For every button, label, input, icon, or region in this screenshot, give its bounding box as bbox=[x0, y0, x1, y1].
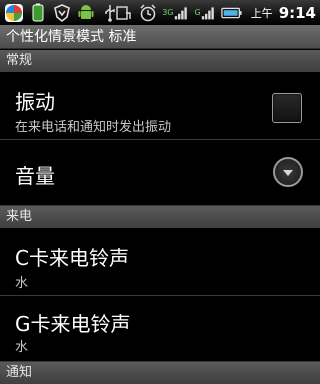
pref-volume[interactable]: 音量 bbox=[0, 140, 320, 206]
system-icons: 3G G 上午 9:14 bbox=[114, 2, 316, 24]
shield-icon bbox=[54, 4, 70, 23]
chevron-down-icon bbox=[283, 170, 293, 176]
pref-volume-title: 音量 bbox=[15, 164, 55, 188]
pref-g-ringtone[interactable]: G卡来电铃声 水 bbox=[0, 296, 320, 362]
pref-c-ringtone[interactable]: C卡来电铃声 水 bbox=[0, 228, 320, 296]
pref-vibrate-summary: 在来电话和通知时发出振动 bbox=[15, 120, 172, 135]
battery-icon bbox=[220, 7, 242, 19]
section-header-notification: 通知 bbox=[0, 362, 320, 384]
notification-icons bbox=[4, 2, 124, 24]
vibrate-checkbox[interactable] bbox=[272, 93, 302, 123]
clock: 9:14 bbox=[278, 4, 316, 22]
page-title: 个性化情景模式 标准 bbox=[0, 25, 320, 49]
am-pm-label: 上午 bbox=[250, 7, 273, 20]
section-header-general: 常规 bbox=[0, 50, 320, 72]
network-type-3g: 3G bbox=[162, 9, 173, 17]
signal-3g-icon bbox=[175, 7, 188, 20]
battery-app-icon bbox=[32, 3, 44, 22]
android-icon bbox=[78, 5, 94, 19]
volume-dropdown-button[interactable] bbox=[273, 157, 303, 187]
sim-card-icon bbox=[116, 6, 131, 20]
pref-c-ringtone-summary: 水 bbox=[15, 276, 29, 291]
pref-g-ringtone-title: G卡来电铃声 bbox=[15, 312, 131, 336]
signal-g-icon bbox=[201, 7, 214, 20]
pref-vibrate-title: 振动 bbox=[15, 90, 55, 114]
network-3g-label: 3G bbox=[162, 8, 174, 17]
status-bar: 3G G 上午 9:14 bbox=[0, 0, 320, 26]
pref-g-ringtone-summary: 水 bbox=[15, 340, 29, 355]
colorful-app-icon bbox=[5, 4, 23, 22]
alarm-clock-icon bbox=[140, 4, 156, 22]
pref-vibrate[interactable]: 振动 在来电话和通知时发出振动 bbox=[0, 72, 320, 140]
pref-c-ringtone-title: C卡来电铃声 bbox=[15, 246, 129, 270]
section-header-incoming: 来电 bbox=[0, 206, 320, 228]
